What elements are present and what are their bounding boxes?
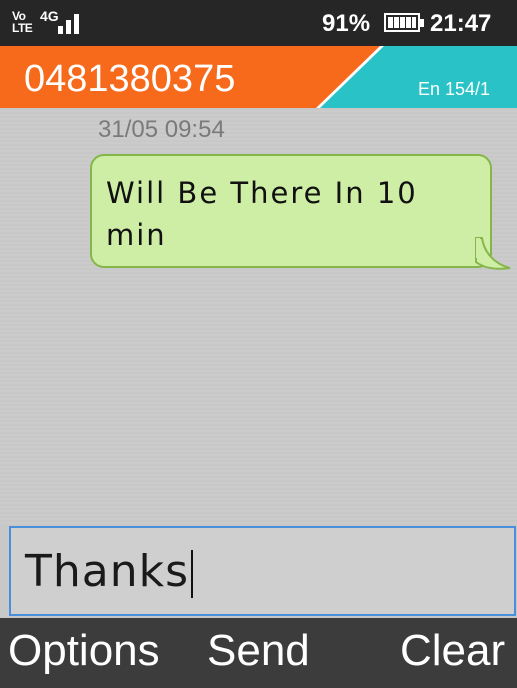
message-text: Will Be There In 10 min [106,176,418,252]
message-bubble[interactable]: Will Be There In 10 min [90,154,492,268]
conversation-header: 0481380375 En 154/1 [0,46,517,108]
message-list[interactable]: 31/05 09:54 Will Be There In 10 min [0,108,517,526]
message-timestamp: 31/05 09:54 [98,116,225,143]
battery-percent: 91% [322,10,371,37]
volte-label: Vo LTE [12,9,33,35]
bubble-tail [475,237,511,270]
text-caret [191,550,194,598]
clock: 21:47 [430,10,492,37]
softkey-bar: Options Send Clear [0,618,517,688]
message-input-text: Thanks [25,546,194,598]
send-softkey[interactable]: Send [207,626,310,676]
status-bar: Vo LTE 4G 91% 21:47 [0,0,517,46]
contact-number: 0481380375 [24,58,236,100]
message-input-value: Thanks [25,546,190,597]
message-input[interactable]: Thanks [9,526,516,616]
network-type-label: 4G [40,8,59,24]
signal-bars-icon [58,10,98,34]
options-softkey[interactable]: Options [8,626,160,676]
clear-softkey[interactable]: Clear [400,626,505,676]
battery-icon [384,13,424,32]
input-mode-counter: En 154/1 [418,79,491,99]
